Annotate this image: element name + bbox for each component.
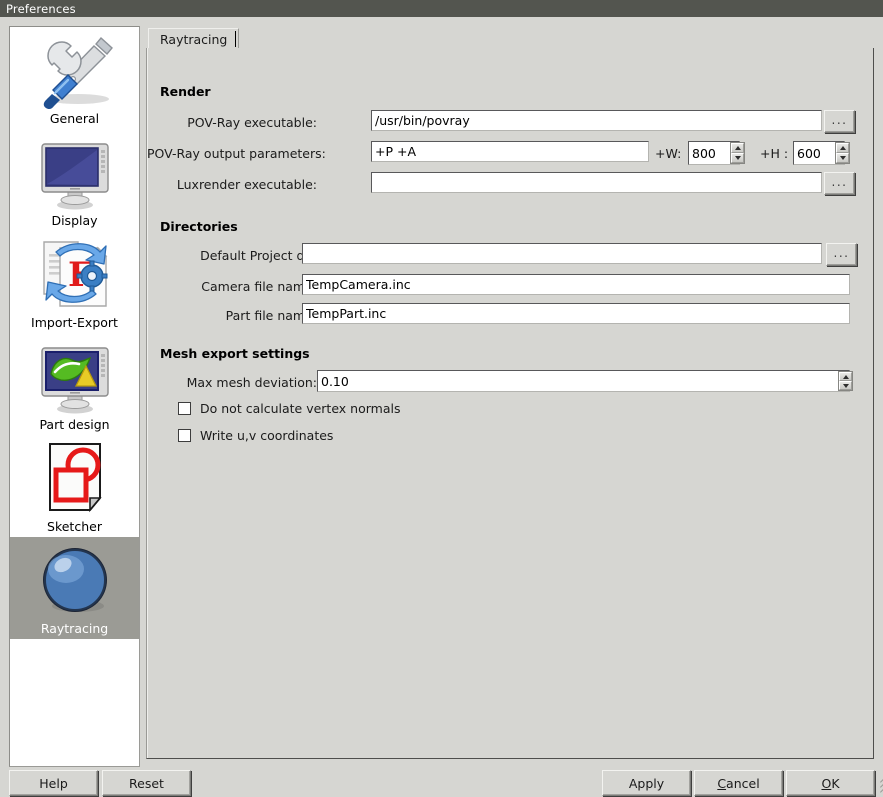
window-title: Preferences bbox=[6, 2, 76, 16]
width-stepper[interactable] bbox=[730, 142, 745, 164]
povray-executable-input[interactable] bbox=[371, 110, 822, 131]
preferences-window: General bbox=[0, 17, 883, 797]
povray-output-parameters-input[interactable] bbox=[371, 141, 649, 162]
tab-raytracing[interactable]: Raytracing bbox=[148, 28, 239, 49]
width-stepper-down[interactable] bbox=[731, 153, 744, 163]
directories-group-title: Directories bbox=[160, 219, 238, 234]
luxrender-executable-browse-button[interactable]: ... bbox=[824, 172, 855, 195]
max-mesh-deviation-input[interactable] bbox=[317, 370, 850, 392]
default-project-dir-browse-button[interactable]: ... bbox=[826, 243, 857, 266]
povray-output-parameters-label: POV-Ray output parameters: bbox=[147, 146, 317, 161]
reset-button[interactable]: Reset bbox=[102, 770, 191, 796]
max-mesh-deviation-stepper-down[interactable] bbox=[839, 381, 852, 390]
cancel-rest: ancel bbox=[726, 776, 760, 791]
sidebar-item-import-export[interactable]: F Import-Export bbox=[10, 231, 139, 333]
tab-strip: Raytracing bbox=[146, 26, 874, 49]
povray-executable-label: POV-Ray executable: bbox=[147, 115, 317, 130]
no-vertex-normals-checkbox-row[interactable]: Do not calculate vertex normals bbox=[178, 401, 400, 416]
max-mesh-deviation-stepper[interactable] bbox=[838, 371, 853, 391]
width-stepper-up[interactable] bbox=[731, 143, 744, 153]
sidebar-item-raytracing[interactable]: Raytracing bbox=[10, 537, 139, 639]
sidebar-item-part-design[interactable]: Part design bbox=[10, 333, 139, 435]
write-uv-checkbox[interactable] bbox=[178, 429, 191, 442]
sidebar-item-label: Raytracing bbox=[41, 621, 108, 637]
preferences-category-list[interactable]: General bbox=[9, 26, 140, 767]
sidebar-item-label: Import-Export bbox=[31, 315, 118, 331]
height-stepper[interactable] bbox=[835, 142, 850, 164]
write-uv-checkbox-row[interactable]: Write u,v coordinates bbox=[178, 428, 333, 443]
part-design-icon bbox=[34, 338, 116, 416]
sidebar-item-label: Display bbox=[51, 213, 97, 229]
cancel-accel: C bbox=[717, 776, 726, 791]
camera-file-name-input[interactable] bbox=[302, 274, 850, 295]
write-uv-label: Write u,v coordinates bbox=[200, 428, 333, 443]
ok-rest: K bbox=[831, 776, 839, 791]
height-stepper-up[interactable] bbox=[836, 143, 849, 153]
monitor-icon bbox=[34, 134, 116, 212]
sphere-icon bbox=[34, 542, 116, 620]
height-stepper-down[interactable] bbox=[836, 153, 849, 163]
povray-executable-browse-button[interactable]: ... bbox=[824, 110, 855, 133]
max-mesh-deviation-label: Max mesh deviation: bbox=[147, 375, 317, 390]
sidebar-item-label: Part design bbox=[39, 417, 109, 433]
max-mesh-deviation-stepper-up[interactable] bbox=[839, 372, 852, 381]
mesh-export-group-title: Mesh export settings bbox=[160, 346, 310, 361]
render-group-title: Render bbox=[160, 84, 211, 99]
part-file-name-label: Part file name: bbox=[147, 308, 317, 323]
help-button[interactable]: Help bbox=[9, 770, 98, 796]
sidebar-item-display[interactable]: Display bbox=[10, 129, 139, 231]
default-project-dir-label: Default Project dir: bbox=[147, 248, 317, 263]
camera-file-name-label: Camera file name: bbox=[147, 279, 317, 294]
tools-icon bbox=[34, 32, 116, 110]
raytracing-settings-panel: Render POV-Ray executable: ... POV-Ray o… bbox=[146, 48, 874, 759]
cancel-button[interactable]: Cancel bbox=[694, 770, 783, 796]
apply-button[interactable]: Apply bbox=[602, 770, 691, 796]
luxrender-executable-input[interactable] bbox=[371, 172, 822, 193]
part-file-name-input[interactable] bbox=[302, 303, 850, 324]
default-project-dir-input[interactable] bbox=[302, 243, 822, 264]
ok-button[interactable]: OK bbox=[786, 770, 875, 796]
sidebar-item-general[interactable]: General bbox=[10, 27, 139, 129]
sidebar-item-label: General bbox=[50, 111, 99, 127]
sidebar-item-sketcher[interactable]: Sketcher bbox=[10, 435, 139, 537]
import-export-icon: F bbox=[34, 236, 116, 314]
dialog-button-bar: Help Reset Apply Cancel OK bbox=[0, 765, 883, 797]
sidebar-item-label: Sketcher bbox=[47, 519, 102, 535]
no-vertex-normals-checkbox[interactable] bbox=[178, 402, 191, 415]
sketcher-icon bbox=[34, 440, 116, 518]
no-vertex-normals-label: Do not calculate vertex normals bbox=[200, 401, 400, 416]
window-titlebar: Preferences bbox=[0, 0, 883, 17]
ok-accel: O bbox=[821, 776, 831, 791]
tab-label: Raytracing bbox=[160, 32, 227, 47]
luxrender-executable-label: Luxrender executable: bbox=[147, 177, 317, 192]
resize-grip[interactable] bbox=[867, 782, 881, 796]
